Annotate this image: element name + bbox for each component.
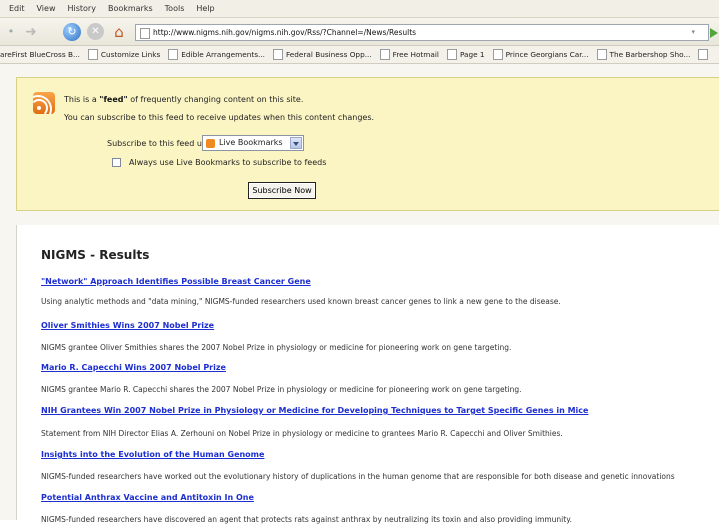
- home-icon[interactable]: ⌂: [109, 23, 129, 41]
- reload-icon[interactable]: ↻: [63, 23, 81, 41]
- feed-description: You can subscribe to this feed to receiv…: [64, 113, 375, 122]
- bookmark-page-1[interactable]: Page 1: [446, 49, 485, 60]
- feed-intro: This is a "feed" of frequently changing …: [64, 95, 304, 104]
- back-icon[interactable]: •: [2, 23, 20, 41]
- result-description: Statement from NIH Director Elias A. Zer…: [41, 429, 563, 438]
- page-icon: [596, 49, 607, 60]
- result-description: NIGMS grantee Oliver Smithies shares the…: [41, 343, 512, 352]
- menu-edit[interactable]: Edit: [9, 4, 25, 13]
- result-title-link[interactable]: NIH Grantees Win 2007 Nobel Prize in Phy…: [41, 406, 588, 415]
- rss-feed-icon: [33, 92, 55, 114]
- menu-tools[interactable]: Tools: [165, 4, 185, 13]
- bookmark-free-hotmail[interactable]: Free Hotmail: [379, 49, 439, 60]
- always-use-label[interactable]: Always use Live Bookmarks to subscribe t…: [129, 158, 326, 167]
- page-icon: [87, 49, 98, 60]
- result-title-link[interactable]: Insights into the Evolution of the Human…: [41, 450, 264, 459]
- subscribe-now-button[interactable]: Subscribe Now: [248, 182, 316, 199]
- live-bookmarks-icon: [206, 139, 215, 148]
- feed-reader-value: Live Bookmarks: [219, 138, 283, 147]
- bookmark-carefirst[interactable]: areFirst BlueCross B...: [0, 50, 80, 59]
- always-use-checkbox[interactable]: [112, 158, 121, 167]
- result-title-link[interactable]: "Network" Approach Identifies Possible B…: [41, 277, 311, 286]
- result-title-link[interactable]: Mario R. Capecchi Wins 2007 Nobel Prize: [41, 363, 226, 372]
- result-description: NIGMS-funded researchers have worked out…: [41, 472, 675, 481]
- bookmark-federal-business[interactable]: Federal Business Opp...: [272, 49, 372, 60]
- bookmarks-toolbar: areFirst BlueCross B... Customize Links …: [0, 46, 719, 64]
- page-icon: [446, 49, 457, 60]
- result-description: NIGMS grantee Mario R. Capecchi shares t…: [41, 385, 522, 394]
- menu-history[interactable]: History: [67, 4, 95, 13]
- go-icon[interactable]: [710, 28, 718, 38]
- feed-reader-select[interactable]: Live Bookmarks: [202, 135, 304, 151]
- feed-subscribe-panel: This is a "feed" of frequently changing …: [16, 77, 719, 211]
- menu-bookmarks[interactable]: Bookmarks: [108, 4, 153, 13]
- bookmark-barbershop[interactable]: The Barbershop Sho...: [596, 49, 690, 60]
- navigation-toolbar: • ➜ ↻ ✕ ⌂ ▾: [0, 18, 719, 46]
- menu-view[interactable]: View: [37, 4, 56, 13]
- page-content: This is a "feed" of frequently changing …: [0, 64, 719, 524]
- menu-help[interactable]: Help: [196, 4, 214, 13]
- result-title-link[interactable]: Potential Anthrax Vaccine and Antitoxin …: [41, 493, 254, 502]
- bookmark-edible-arrangements[interactable]: Edible Arrangements...: [168, 49, 265, 60]
- menu-bar: Edit View History Bookmarks Tools Help: [0, 0, 719, 18]
- stop-icon[interactable]: ✕: [87, 23, 104, 40]
- dropdown-arrow-icon[interactable]: ▾: [691, 28, 695, 36]
- page-icon: [492, 49, 503, 60]
- chevron-down-icon[interactable]: [290, 137, 302, 149]
- result-title-link[interactable]: Oliver Smithies Wins 2007 Nobel Prize: [41, 321, 214, 330]
- page-title: NIGMS - Results: [41, 248, 150, 262]
- page-icon: [272, 49, 283, 60]
- url-input[interactable]: [153, 26, 673, 39]
- page-icon: [698, 49, 709, 60]
- forward-icon[interactable]: ➜: [22, 23, 40, 41]
- result-description: Using analytic methods and "data mining,…: [41, 297, 561, 306]
- bookmark-prince-georgians[interactable]: Prince Georgians Car...: [492, 49, 589, 60]
- page-icon: [140, 28, 150, 39]
- bookmark-customize-links[interactable]: Customize Links: [87, 49, 160, 60]
- page-icon: [168, 49, 179, 60]
- page-icon: [379, 49, 390, 60]
- address-bar[interactable]: ▾: [135, 24, 709, 41]
- bookmark-more[interactable]: [698, 49, 709, 60]
- results-panel: NIGMS - Results "Network" Approach Ident…: [16, 225, 719, 524]
